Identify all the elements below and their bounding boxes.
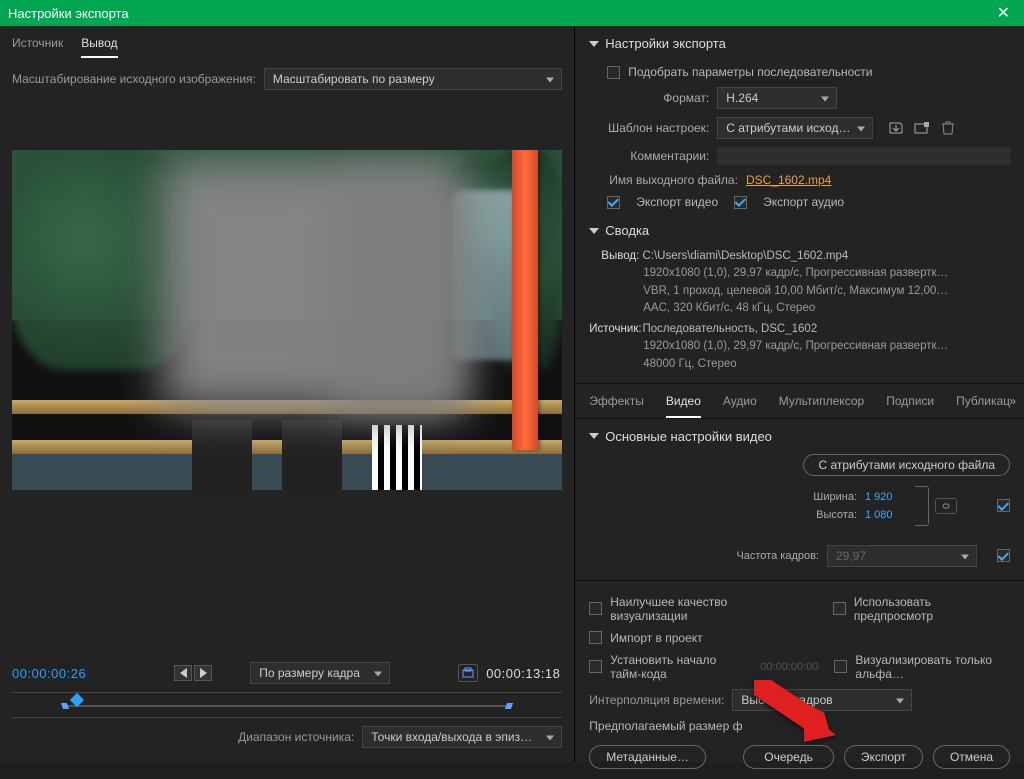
interp-dropdown[interactable]: Выборка кадров [732, 689, 912, 711]
range-dropdown[interactable]: Точки входа/выхода в эпиз… [362, 726, 562, 748]
tab-video[interactable]: Видео [666, 394, 701, 418]
format-label: Формат: [589, 91, 709, 105]
tab-mux[interactable]: Мультиплексор [779, 394, 864, 418]
import-project-checkbox[interactable] [589, 631, 602, 644]
export-settings-header: Настройки экспорта [605, 36, 726, 51]
fps-dropdown[interactable]: 29,97 [827, 545, 977, 567]
output-filename-link[interactable]: DSC_1602.mp4 [746, 173, 831, 187]
fps-label: Частота кадров: [729, 550, 819, 562]
match-source-button[interactable]: С атрибутами исходного файла [803, 454, 1010, 476]
interp-label: Интерполяция времени: [589, 693, 724, 707]
export-video-label: Экспорт видео [636, 195, 718, 209]
height-value[interactable]: 1 080 [865, 509, 915, 521]
timecode-ghost: 00:00:00:00 [760, 661, 818, 673]
aspect-lock-icon[interactable] [458, 664, 478, 682]
tab-audio[interactable]: Аудио [723, 394, 757, 418]
match-sequence-checkbox[interactable] [607, 66, 620, 79]
titlebar: Настройки экспорта ✕ [0, 0, 1024, 26]
summary-output-label: Вывод: [589, 248, 639, 265]
tab-source[interactable]: Источник [12, 36, 63, 58]
chevron-down-icon[interactable] [589, 228, 599, 234]
format-dropdown[interactable]: H.264 [717, 87, 837, 109]
width-label: Ширина: [787, 491, 857, 503]
set-timecode-label: Установить начало тайм-кода [610, 653, 746, 681]
prev-frame-button[interactable] [174, 665, 192, 681]
est-size-label: Предполагаемый размер ф [589, 719, 742, 733]
chevron-down-icon[interactable] [589, 41, 599, 47]
link-dimensions-icon[interactable] [935, 498, 957, 514]
export-video-checkbox[interactable] [607, 196, 620, 209]
chevron-down-icon[interactable] [589, 433, 599, 439]
delete-preset-icon[interactable] [939, 121, 957, 135]
window-title: Настройки экспорта [8, 6, 129, 21]
render-alpha-checkbox[interactable] [834, 660, 847, 673]
preset-dropdown[interactable]: С атрибутами исход… [717, 117, 873, 139]
height-label: Высота: [787, 509, 857, 521]
timecode-in[interactable]: 00:00:00:26 [12, 666, 86, 681]
tabs-more-icon[interactable]: » [1009, 394, 1016, 408]
outname-label: Имя выходного файла: [609, 173, 738, 187]
preview-area [12, 150, 562, 490]
export-audio-checkbox[interactable] [734, 196, 747, 209]
tab-captions[interactable]: Подписи [886, 394, 934, 418]
range-label: Диапазон источника: [238, 730, 354, 744]
comments-input[interactable] [717, 147, 1010, 165]
export-audio-label: Экспорт аудио [763, 195, 844, 209]
summary-header: Сводка [605, 223, 649, 238]
set-timecode-checkbox[interactable] [589, 660, 602, 673]
use-preview-label: Использовать предпросмотр [854, 595, 1010, 623]
cancel-button[interactable]: Отмена [933, 745, 1010, 769]
video-basic-header: Основные настройки видео [605, 429, 772, 444]
play-button[interactable] [194, 665, 212, 681]
timeline-ruler[interactable] [12, 692, 562, 718]
left-tabrow: Источник Вывод [0, 26, 574, 58]
queue-button[interactable]: Очередь [743, 745, 834, 769]
metadata-button[interactable]: Метаданные… [589, 745, 706, 769]
max-quality-label: Наилучшее качество визуализации [610, 595, 803, 623]
save-preset-icon[interactable] [887, 121, 905, 135]
use-preview-checkbox[interactable] [833, 602, 846, 615]
summary-source-label: Источник: [589, 321, 639, 338]
import-preset-icon[interactable] [913, 121, 931, 135]
preset-label: Шаблон настроек: [589, 121, 709, 135]
width-value[interactable]: 1 920 [865, 491, 915, 503]
max-quality-checkbox[interactable] [589, 602, 602, 615]
tab-output[interactable]: Вывод [81, 36, 117, 58]
import-project-label: Импорт в проект [610, 631, 702, 645]
tab-effects[interactable]: Эффекты [589, 394, 644, 418]
render-alpha-label: Визуализировать только альфа… [855, 653, 1010, 681]
scale-label: Масштабирование исходного изображения: [12, 72, 256, 86]
close-icon[interactable]: ✕ [991, 3, 1016, 23]
scale-dropdown[interactable]: Масштабировать по размеру [264, 68, 562, 90]
dimensions-match-checkbox[interactable] [997, 499, 1010, 512]
fps-match-checkbox[interactable] [997, 549, 1010, 562]
timecode-out: 00:00:13:18 [486, 666, 562, 681]
right-tabs: Эффекты Видео Аудио Мультиплексор Подпис… [575, 384, 1024, 419]
tab-publish[interactable]: Публикац [956, 394, 1010, 418]
export-button[interactable]: Экспорт [844, 745, 923, 769]
comments-label: Комментарии: [589, 149, 709, 163]
fit-dropdown[interactable]: По размеру кадра [250, 662, 390, 684]
match-sequence-label: Подобрать параметры последовательности [628, 65, 872, 79]
